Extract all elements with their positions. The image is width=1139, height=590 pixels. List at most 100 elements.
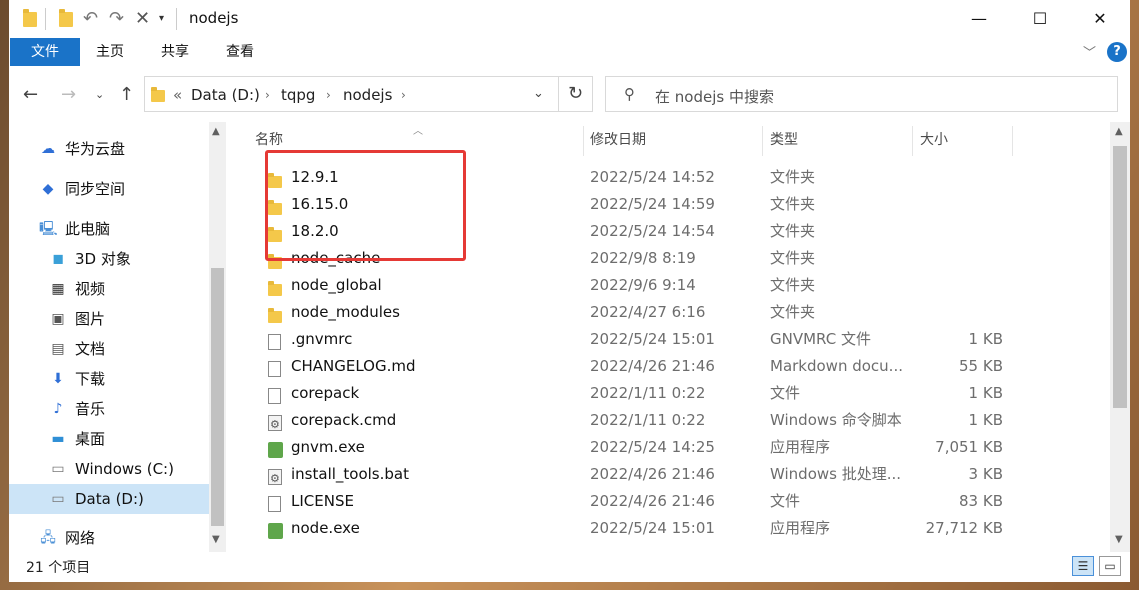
- scroll-down-icon[interactable]: ▼: [1115, 534, 1123, 545]
- file-size: 1 KB: [968, 411, 1003, 429]
- search-placeholder: 在 nodejs 中搜索: [655, 88, 774, 106]
- address-bar[interactable]: « Data (D:) › tqpg › nodejs › ⌄: [144, 76, 559, 112]
- documents-icon: ▤: [51, 341, 65, 357]
- status-bar: 21 个项目 ☰ ▭: [9, 552, 1130, 582]
- tab-share[interactable]: 共享: [147, 38, 203, 66]
- nav-item-music[interactable]: ♪ 音乐: [49, 394, 105, 424]
- refresh-button[interactable]: ↻: [559, 76, 593, 112]
- file-row[interactable]: node_modules 2022/4/27 6:16 文件夹: [227, 299, 1110, 326]
- scroll-up-icon[interactable]: ▲: [212, 126, 220, 137]
- file-date: 2022/5/24 15:01: [590, 330, 715, 348]
- nav-item-pictures[interactable]: ▣ 图片: [49, 304, 105, 334]
- file-list-scroll-thumb[interactable]: [1113, 146, 1127, 408]
- nav-item-desktop[interactable]: ▬ 桌面: [49, 424, 105, 454]
- ribbon-expand-chevron-icon[interactable]: ﹀: [1083, 42, 1096, 61]
- quick-access-folder-icon[interactable]: [23, 8, 37, 30]
- file-row[interactable]: corepack 2022/1/11 0:22 文件 1 KB: [227, 380, 1110, 407]
- breadcrumb-separator-icon[interactable]: ›: [401, 88, 406, 102]
- search-box[interactable]: ⚲ 在 nodejs 中搜索: [605, 76, 1118, 112]
- breadcrumb-separator-icon[interactable]: ›: [326, 88, 331, 102]
- customize-toolbar-chevron-icon[interactable]: ▾: [159, 6, 164, 32]
- back-arrow-icon[interactable]: ←: [23, 84, 38, 105]
- file-row[interactable]: CHANGELOG.md 2022/4/26 21:46 Markdown docu…: [227, 353, 1110, 380]
- sync-space-icon: ◆: [42, 181, 54, 197]
- delete-icon[interactable]: ✕: [135, 6, 150, 32]
- nav-label: 3D 对象: [75, 250, 131, 268]
- nav-scrollbar[interactable]: ▲ ▼: [209, 122, 226, 552]
- nav-item-3d-objects[interactable]: ◼ 3D 对象: [49, 244, 131, 274]
- redo-icon[interactable]: ↷: [109, 6, 124, 32]
- breadcrumb-tqpg[interactable]: tqpg: [281, 86, 315, 104]
- nav-label: Data (D:): [75, 490, 144, 508]
- address-history-chevron-icon[interactable]: ⌄: [533, 86, 544, 101]
- file-type: 文件夹: [770, 276, 816, 294]
- nav-item-sync-space[interactable]: ◆ 同步空间: [39, 174, 125, 204]
- column-header-type[interactable]: 类型: [770, 122, 798, 156]
- address-row: ← → ⌄ ↑ « Data (D:) › tqpg › nodejs › ⌄ …: [9, 70, 1130, 120]
- help-button[interactable]: ?: [1107, 42, 1127, 62]
- breadcrumb-nodejs[interactable]: nodejs: [343, 86, 392, 104]
- undo-icon[interactable]: ↶: [83, 6, 98, 32]
- breadcrumb-separator-icon[interactable]: ›: [265, 88, 270, 102]
- file-date: 2022/1/11 0:22: [590, 384, 706, 402]
- nav-item-video[interactable]: ▦ 视频: [49, 274, 105, 304]
- file-name: CHANGELOG.md: [291, 357, 416, 375]
- window-title: nodejs: [189, 9, 239, 27]
- file-row[interactable]: corepack.cmd 2022/1/11 0:22 Windows 命令脚本 1 …: [227, 407, 1110, 438]
- recent-locations-chevron-icon[interactable]: ⌄: [95, 88, 104, 101]
- title-divider: [45, 8, 46, 30]
- scroll-up-icon[interactable]: ▲: [1115, 126, 1123, 137]
- forward-arrow-icon[interactable]: →: [61, 84, 76, 105]
- file-type: 文件夹: [770, 168, 816, 186]
- column-divider[interactable]: [762, 126, 763, 156]
- file-list-scrollbar[interactable]: ▲ ▼: [1110, 122, 1130, 552]
- new-folder-icon[interactable]: [59, 8, 73, 30]
- maximize-button[interactable]: ☐: [1017, 0, 1063, 38]
- up-arrow-icon[interactable]: ↑: [119, 84, 134, 105]
- column-header-date[interactable]: 修改日期: [590, 122, 646, 156]
- column-divider[interactable]: [912, 126, 913, 156]
- file-date: 2022/5/24 14:59: [590, 195, 715, 213]
- title-bar: ↶ ↷ ✕ ▾ nodejs — ☐ ✕: [9, 0, 1130, 38]
- file-row[interactable]: LICENSE 2022/4/26 21:46 文件 83 KB: [227, 488, 1110, 515]
- file-row[interactable]: .gnvmrc 2022/5/24 15:01 GNVMRC 文件 1 KB: [227, 326, 1110, 353]
- tab-home[interactable]: 主页: [82, 38, 138, 66]
- close-button[interactable]: ✕: [1077, 0, 1123, 38]
- file-row[interactable]: node_global 2022/9/6 9:14 文件夹: [227, 272, 1110, 299]
- column-header-size[interactable]: 大小: [920, 122, 948, 156]
- file-type: GNVMRC 文件: [770, 330, 871, 348]
- file-name: install_tools.bat: [291, 465, 409, 483]
- nav-item-this-pc[interactable]: 🖳 此电脑: [39, 214, 110, 244]
- minimize-button[interactable]: —: [956, 0, 1002, 38]
- nav-scroll-thumb[interactable]: [211, 268, 224, 526]
- file-row[interactable]: install_tools.bat 2022/4/26 21:46 Windows …: [227, 461, 1110, 492]
- column-divider[interactable]: [1012, 126, 1013, 156]
- nav-item-documents[interactable]: ▤ 文档: [49, 334, 105, 364]
- scroll-down-icon[interactable]: ▼: [212, 534, 220, 545]
- tab-file[interactable]: 文件: [10, 38, 80, 66]
- nav-item-downloads[interactable]: ⬇ 下载: [49, 364, 105, 394]
- drive-d-icon: ▭: [51, 491, 65, 507]
- column-divider[interactable]: [583, 126, 584, 156]
- search-icon: ⚲: [624, 85, 635, 103]
- file-type: Markdown docu...: [770, 357, 903, 375]
- tab-view[interactable]: 查看: [212, 38, 268, 66]
- nav-item-drive-c[interactable]: ▭ Windows (C:): [49, 454, 174, 484]
- nav-label: 华为云盘: [65, 140, 126, 158]
- details-view-icon[interactable]: ☰: [1072, 556, 1094, 576]
- breadcrumb-overflow[interactable]: «: [173, 86, 182, 104]
- file-date: 2022/5/24 15:01: [590, 519, 715, 537]
- address-folder-icon: [151, 87, 165, 102]
- large-icons-view-icon[interactable]: ▭: [1099, 556, 1121, 576]
- file-size: 1 KB: [968, 384, 1003, 402]
- file-row[interactable]: gnvm.exe 2022/5/24 14:25 应用程序 7,051 KB: [227, 434, 1110, 461]
- nav-item-drive-d[interactable]: ▭ Data (D:): [9, 484, 209, 514]
- breadcrumb-drive[interactable]: Data (D:): [191, 86, 260, 104]
- nav-item-huawei-cloud[interactable]: ☁ 华为云盘: [39, 134, 125, 164]
- file-name: node.exe: [291, 519, 360, 537]
- file-name: node_global: [291, 276, 382, 294]
- computer-icon: 🖳: [39, 221, 58, 237]
- nav-item-network[interactable]: 🖧 网络: [39, 523, 95, 553]
- file-type: 应用程序: [770, 519, 831, 537]
- file-row[interactable]: node.exe 2022/5/24 15:01 应用程序 27,712 KB: [227, 515, 1110, 542]
